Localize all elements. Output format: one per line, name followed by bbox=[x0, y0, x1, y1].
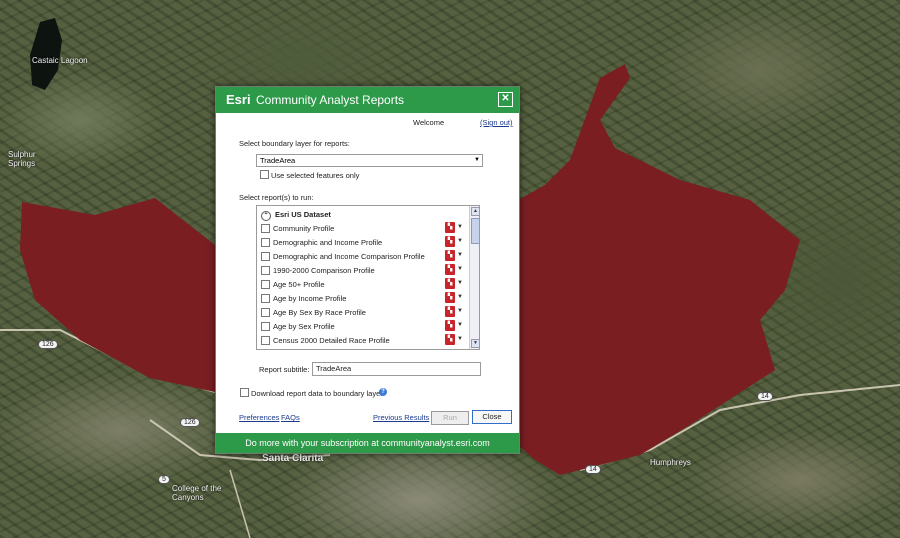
dataset-label: Esri US Dataset bbox=[275, 210, 331, 219]
faqs-link[interactable]: FAQs bbox=[281, 413, 300, 422]
report-label: Age by Sex Profile bbox=[273, 322, 335, 331]
report-checkbox[interactable] bbox=[261, 224, 270, 233]
reports-label: Select report(s) to run: bbox=[239, 193, 314, 202]
download-label: Download report data to boundary layer bbox=[251, 389, 383, 398]
dialog-title: Community Analyst Reports bbox=[256, 93, 405, 107]
close-icon[interactable]: ✕ bbox=[498, 92, 513, 107]
boundary-layer-select[interactable]: TradeArea ▼ bbox=[256, 154, 483, 167]
chevron-down-icon[interactable]: ▼ bbox=[457, 294, 463, 300]
pdf-icon[interactable]: ▚ bbox=[445, 236, 455, 247]
report-checkbox[interactable] bbox=[261, 266, 270, 275]
download-checkbox[interactable] bbox=[240, 388, 249, 397]
trade-area-polygon[interactable] bbox=[518, 64, 800, 475]
collapse-icon[interactable]: ⌃ bbox=[261, 211, 271, 221]
report-checkbox[interactable] bbox=[261, 238, 270, 247]
help-icon[interactable]: ? bbox=[379, 388, 387, 396]
preferences-link[interactable]: Preferences bbox=[239, 413, 279, 422]
chevron-down-icon[interactable]: ▼ bbox=[457, 322, 463, 328]
report-checkbox[interactable] bbox=[261, 294, 270, 303]
chevron-down-icon[interactable]: ▼ bbox=[457, 266, 463, 272]
highway-shield: 126 bbox=[38, 340, 58, 349]
pdf-icon[interactable]: ▚ bbox=[445, 278, 455, 289]
highway-shield: 14 bbox=[585, 465, 601, 474]
map-label-santa-clarita: Santa Clarita bbox=[262, 453, 324, 464]
report-checkbox[interactable] bbox=[261, 308, 270, 317]
use-selected-label: Use selected features only bbox=[271, 171, 360, 180]
dataset-header[interactable]: ⌃ Esri US Dataset bbox=[261, 210, 331, 221]
report-checkbox[interactable] bbox=[261, 336, 270, 345]
list-item[interactable]: Community Profile ▚ ▼ bbox=[261, 222, 463, 234]
pdf-icon[interactable]: ▚ bbox=[445, 292, 455, 303]
report-label: Demographic and Income Comparison Profil… bbox=[273, 252, 425, 261]
report-label: Demographic and Income Profile bbox=[273, 238, 383, 247]
pdf-icon[interactable]: ▚ bbox=[445, 334, 455, 345]
list-item[interactable]: Age By Sex By Race Profile ▚ ▼ bbox=[261, 306, 463, 318]
pdf-icon[interactable]: ▚ bbox=[445, 222, 455, 233]
community-analyst-dialog: Esri Community Analyst Reports ✕ Welcome… bbox=[215, 86, 520, 454]
subscription-banner[interactable]: Do more with your subscription at commun… bbox=[216, 433, 519, 453]
highway-shield: 14 bbox=[757, 392, 773, 401]
list-item[interactable]: Age by Sex Profile ▚ ▼ bbox=[261, 320, 463, 332]
list-item[interactable]: Age by Income Profile ▚ ▼ bbox=[261, 292, 463, 304]
list-item[interactable]: Age 50+ Profile ▚ ▼ bbox=[261, 278, 463, 290]
report-checkbox[interactable] bbox=[261, 322, 270, 331]
pdf-icon[interactable]: ▚ bbox=[445, 306, 455, 317]
map-label-humphreys: Humphreys bbox=[650, 458, 691, 467]
chevron-down-icon[interactable]: ▼ bbox=[457, 238, 463, 244]
scroll-thumb[interactable] bbox=[471, 218, 479, 244]
report-label: 1990-2000 Comparison Profile bbox=[273, 266, 375, 275]
pdf-icon[interactable]: ▚ bbox=[445, 320, 455, 331]
list-item[interactable]: Demographic and Income Profile ▚ ▼ bbox=[261, 236, 463, 248]
scroll-up-icon[interactable]: ▲ bbox=[471, 207, 479, 216]
chevron-down-icon: ▼ bbox=[474, 157, 480, 163]
subtitle-label: Report subtitle: bbox=[259, 365, 310, 374]
report-label: Age by Income Profile bbox=[273, 294, 347, 303]
highway-shield: 126 bbox=[180, 418, 200, 427]
highway-shield: 5 bbox=[158, 475, 170, 484]
report-label: Community Profile bbox=[273, 224, 335, 233]
pdf-icon[interactable]: ▚ bbox=[445, 250, 455, 261]
chevron-down-icon[interactable]: ▼ bbox=[457, 252, 463, 258]
castaic-lagoon-shape bbox=[30, 18, 62, 90]
previous-results-link[interactable]: Previous Results bbox=[373, 413, 429, 422]
use-selected-checkbox[interactable] bbox=[260, 170, 269, 179]
welcome-text: Welcome bbox=[413, 118, 445, 127]
esri-logo: Esri bbox=[226, 92, 251, 107]
pdf-icon[interactable]: ▚ bbox=[445, 264, 455, 275]
report-checkbox[interactable] bbox=[261, 280, 270, 289]
map-label-castaic: Castaic Lagoon bbox=[32, 56, 88, 65]
report-label: Census 2000 Detailed Race Profile bbox=[273, 336, 390, 345]
report-subtitle-input[interactable]: TradeArea bbox=[312, 362, 481, 376]
boundary-label: Select boundary layer for reports: bbox=[239, 139, 350, 148]
sign-out-link[interactable]: (Sign out) bbox=[480, 118, 513, 127]
map-label-college: College of the Canyons bbox=[172, 484, 222, 502]
report-list[interactable]: ⌃ Esri US Dataset Community Profile ▚ ▼ De… bbox=[256, 205, 480, 350]
report-checkbox[interactable] bbox=[261, 252, 270, 261]
report-label: Age By Sex By Race Profile bbox=[273, 308, 366, 317]
close-button[interactable]: Close bbox=[472, 410, 512, 424]
boundary-select-value: TradeArea bbox=[260, 156, 296, 165]
map-label-sulphur: Sulphur Springs bbox=[8, 150, 36, 168]
chevron-down-icon[interactable]: ▼ bbox=[457, 224, 463, 230]
scroll-down-icon[interactable]: ▼ bbox=[471, 339, 479, 348]
chevron-down-icon[interactable]: ▼ bbox=[457, 308, 463, 314]
list-item[interactable]: 1990-2000 Comparison Profile ▚ ▼ bbox=[261, 264, 463, 276]
list-scrollbar[interactable]: ▲ ▼ bbox=[469, 206, 479, 349]
trade-area-polygon[interactable] bbox=[20, 198, 215, 392]
report-label: Age 50+ Profile bbox=[273, 280, 325, 289]
chevron-down-icon[interactable]: ▼ bbox=[457, 280, 463, 286]
road-line bbox=[229, 469, 251, 538]
dialog-titlebar[interactable]: Esri Community Analyst Reports ✕ bbox=[216, 87, 519, 113]
list-item[interactable]: Demographic and Income Comparison Profil… bbox=[261, 250, 463, 262]
run-button[interactable]: Run bbox=[431, 411, 469, 425]
list-item[interactable]: Census 2000 Detailed Race Profile ▚ ▼ bbox=[261, 334, 463, 346]
chevron-down-icon[interactable]: ▼ bbox=[457, 336, 463, 342]
